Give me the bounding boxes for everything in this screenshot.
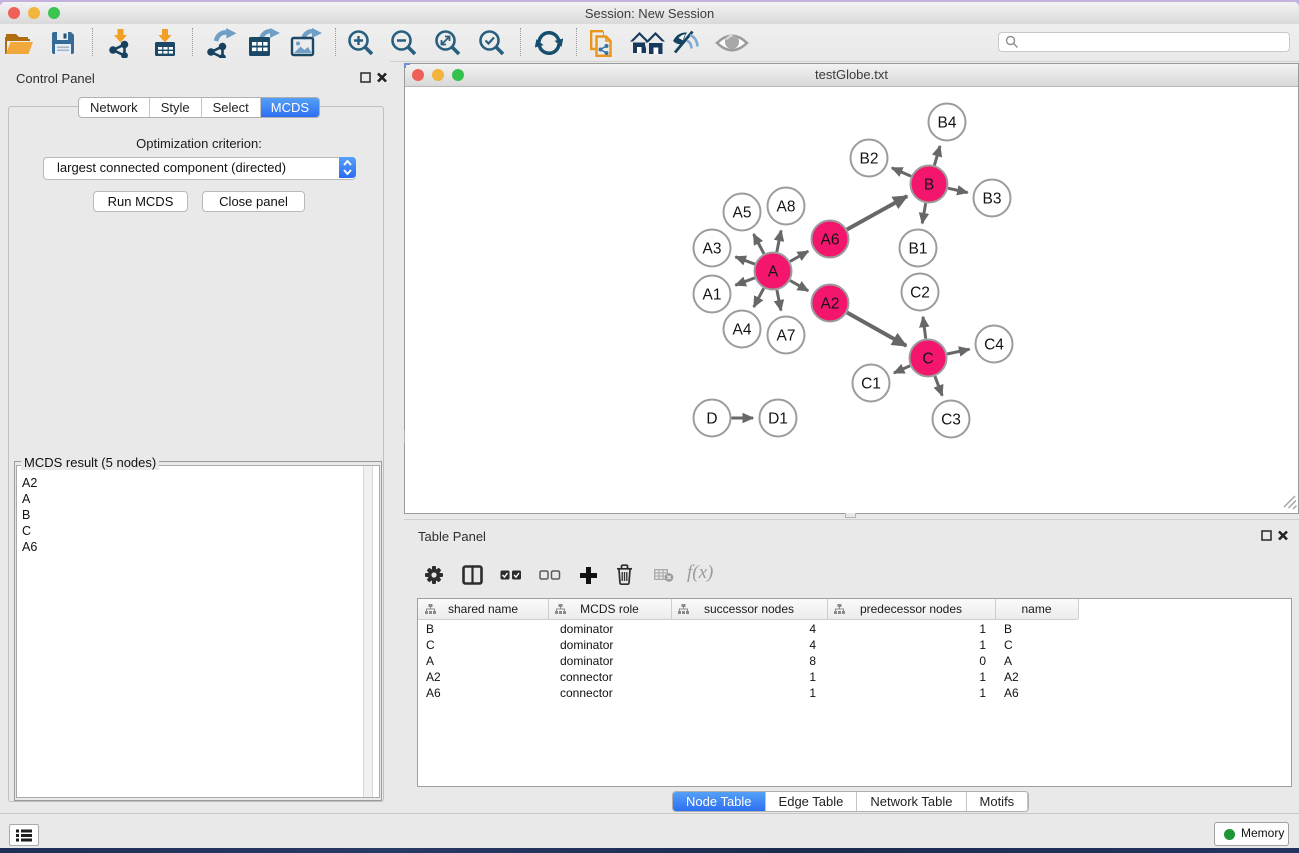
svg-text:B2: B2 xyxy=(860,151,879,168)
svg-text:A3: A3 xyxy=(703,241,722,258)
svg-text:A8: A8 xyxy=(777,199,796,216)
svg-text:C1: C1 xyxy=(861,376,881,393)
svg-text:A5: A5 xyxy=(733,205,752,222)
svg-text:C4: C4 xyxy=(984,337,1004,354)
svg-text:A2: A2 xyxy=(821,296,840,313)
svg-text:D1: D1 xyxy=(768,411,788,428)
svg-text:D: D xyxy=(706,411,717,428)
svg-text:B4: B4 xyxy=(938,115,957,132)
svg-text:A7: A7 xyxy=(777,328,796,345)
svg-text:A6: A6 xyxy=(821,232,840,249)
svg-text:A4: A4 xyxy=(733,322,752,339)
svg-text:B: B xyxy=(924,177,934,194)
svg-text:C: C xyxy=(922,351,933,368)
svg-text:C2: C2 xyxy=(910,285,930,302)
svg-text:A: A xyxy=(768,264,779,281)
svg-text:B1: B1 xyxy=(909,241,928,258)
svg-text:C3: C3 xyxy=(941,412,961,429)
svg-text:A1: A1 xyxy=(703,287,722,304)
svg-text:B3: B3 xyxy=(983,191,1002,208)
